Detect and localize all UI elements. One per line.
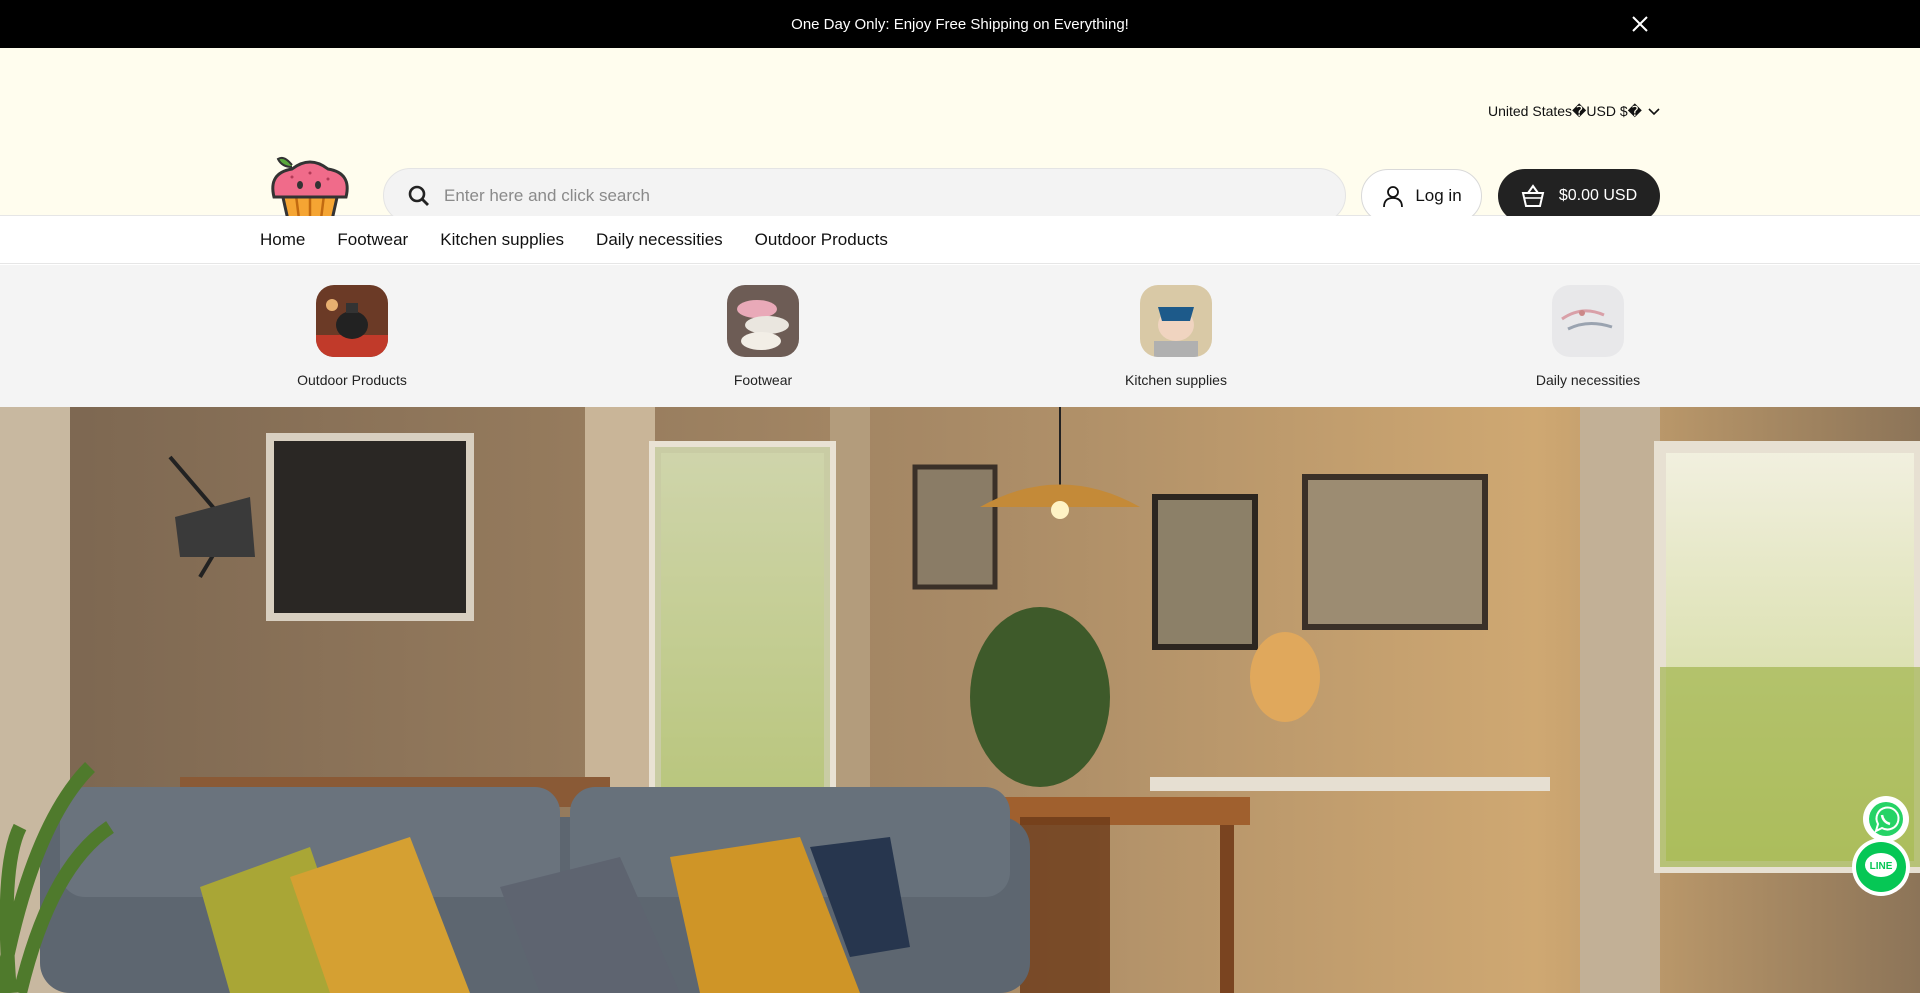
whatsapp-icon[interactable] xyxy=(1862,795,1910,843)
login-label: Log in xyxy=(1415,186,1462,205)
category-label: Footwear xyxy=(733,372,793,388)
nav-item-daily-necessities[interactable]: Daily necessities xyxy=(596,230,723,250)
user-icon xyxy=(1383,186,1404,208)
footwear-thumbnail xyxy=(727,285,799,357)
header: United States�USD $� Log in xyxy=(0,48,1920,231)
basket-icon xyxy=(1521,184,1545,207)
outdoor-products-thumbnail xyxy=(316,285,388,357)
main-nav: Home Footwear Kitchen supplies Daily nec… xyxy=(0,216,1920,264)
nav-item-home[interactable]: Home xyxy=(260,230,305,250)
kitchen-supplies-thumbnail xyxy=(1140,285,1212,357)
cart-total: $0.00 USD xyxy=(1558,187,1638,204)
nav-item-outdoor-products[interactable]: Outdoor Products xyxy=(755,230,888,250)
cart-button[interactable]: $0.00 USD xyxy=(1498,169,1660,223)
category-kitchen-supplies[interactable]: Kitchen supplies xyxy=(1076,285,1276,388)
category-strip: Outdoor Products Footwear Kitchen suppli… xyxy=(0,265,1920,407)
category-label: Daily necessities xyxy=(1535,372,1641,388)
category-outdoor-products[interactable]: Outdoor Products xyxy=(252,285,452,388)
category-footwear[interactable]: Footwear xyxy=(663,285,863,388)
category-daily-necessities[interactable]: Daily necessities xyxy=(1488,285,1688,388)
login-button[interactable]: Log in xyxy=(1361,169,1482,223)
announcement-bar: One Day Only: Enjoy Free Shipping on Eve… xyxy=(0,0,1920,48)
line-label: LINE xyxy=(1870,861,1893,872)
announcement-text: One Day Only: Enjoy Free Shipping on Eve… xyxy=(791,15,1129,33)
daily-necessities-thumbnail xyxy=(1552,285,1624,357)
nav-item-kitchen-supplies[interactable]: Kitchen supplies xyxy=(440,230,564,250)
search-input[interactable] xyxy=(444,185,1244,206)
locale-selector[interactable]: United States�USD $� xyxy=(1488,103,1660,120)
search-icon[interactable] xyxy=(408,185,430,207)
line-chat-icon[interactable]: LINE xyxy=(1851,837,1911,897)
category-label: Kitchen supplies xyxy=(1125,372,1227,388)
category-label: Outdoor Products xyxy=(297,372,407,388)
nav-item-footwear[interactable]: Footwear xyxy=(337,230,408,250)
close-icon[interactable] xyxy=(1630,14,1650,34)
locale-label: United States�USD $� xyxy=(1488,103,1642,119)
hero-living-room-image xyxy=(0,407,1920,993)
chevron-down-icon xyxy=(1648,107,1660,115)
search-bar[interactable] xyxy=(383,168,1346,223)
